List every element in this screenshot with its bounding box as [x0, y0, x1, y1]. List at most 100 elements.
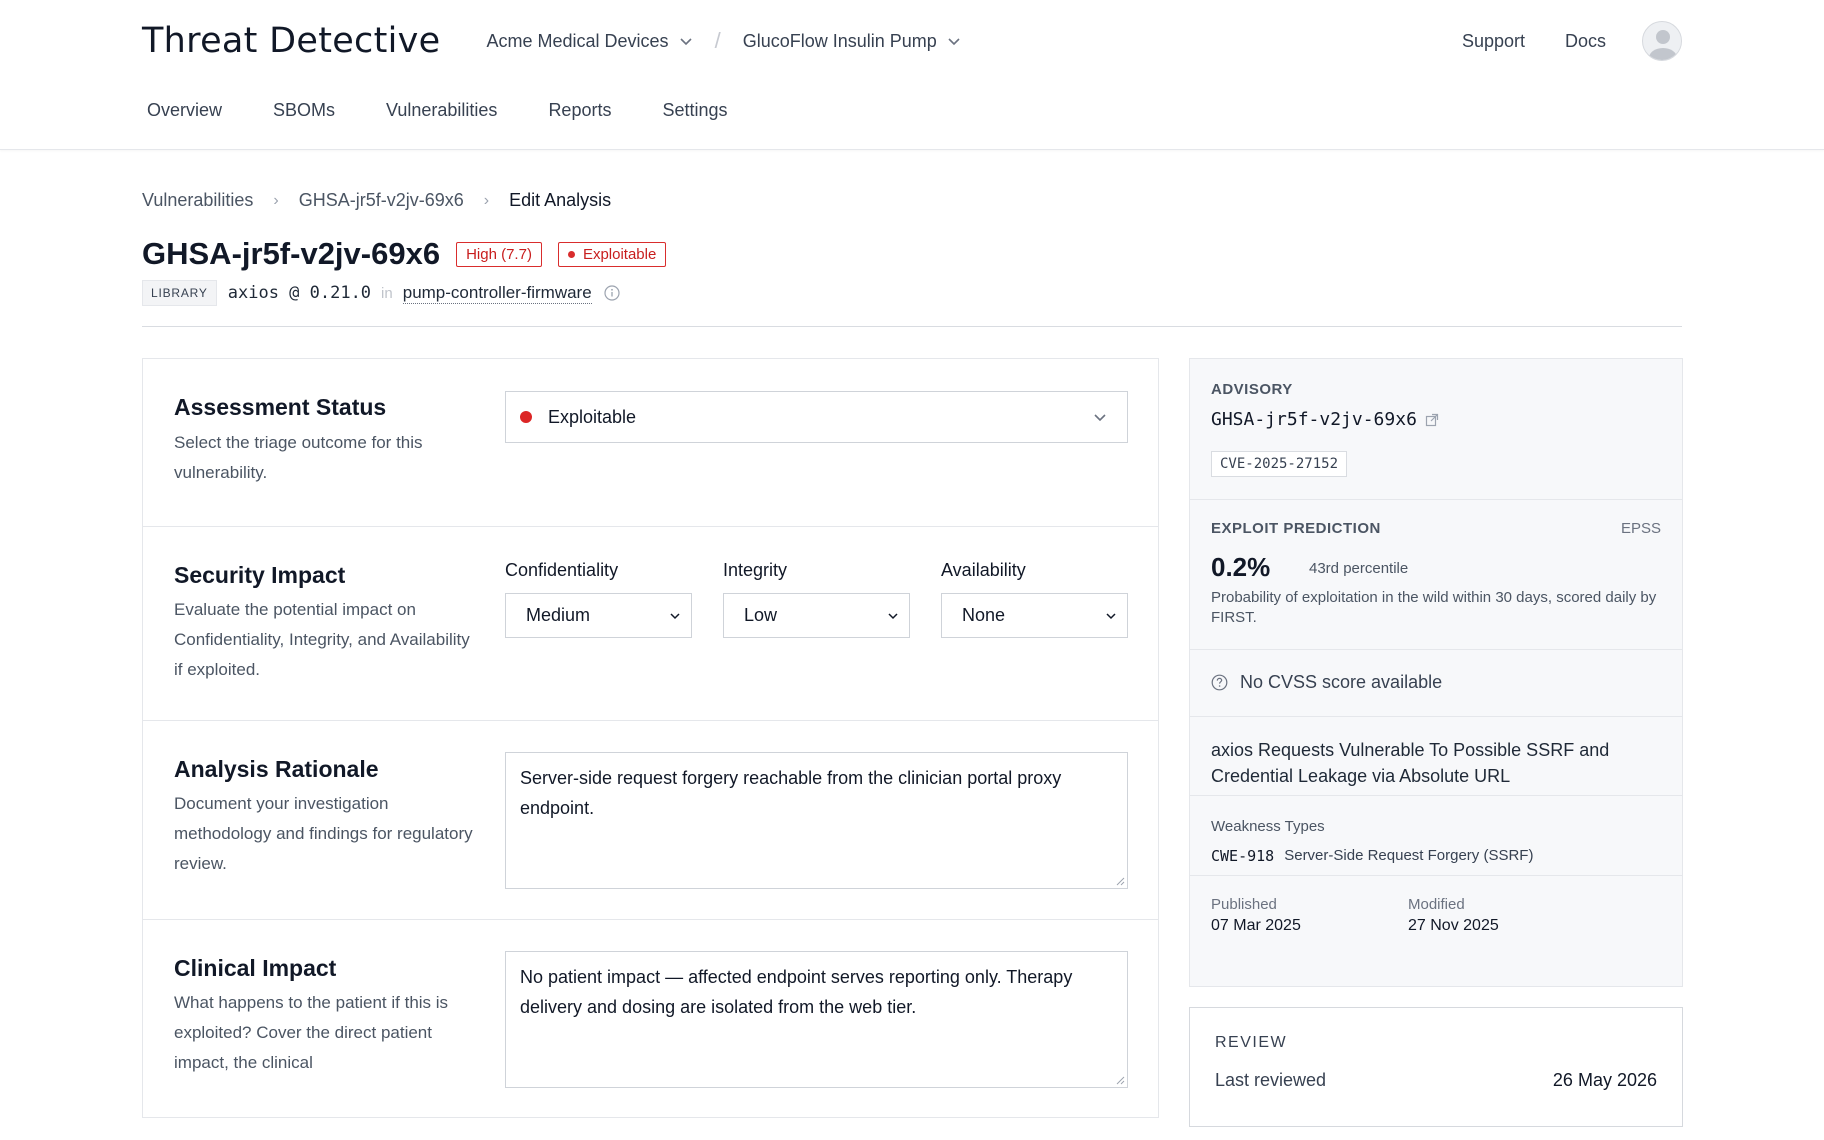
org-name: Acme Medical Devices — [486, 30, 669, 51]
modified-label: Modified — [1408, 896, 1465, 913]
org-switcher[interactable]: Acme Medical Devices — [487, 31, 693, 52]
cwe-name: Server-Side Request Forgery (SSRF) — [1284, 847, 1534, 864]
page-title: GHSA-jr5f-v2jv-69x6 — [142, 236, 441, 271]
clinical-text: No patient impact — affected endpoint se… — [520, 967, 1073, 1017]
advisory-panel: ADVISORY GHSA-jr5f-v2jv-69x6 CVE-2025-27… — [1189, 358, 1683, 987]
integrity-label: Integrity — [723, 560, 788, 580]
chevron-down-icon — [679, 38, 692, 46]
availability-label: Availability — [941, 560, 1026, 580]
status-dot-icon — [520, 411, 532, 423]
status-badge: Exploitable — [557, 241, 667, 267]
info-icon[interactable] — [604, 285, 620, 301]
impact-section: Security Impact Evaluate the potential i… — [143, 527, 1158, 721]
advisory-title-section: axios Requests Vulnerable To Possible SS… — [1190, 717, 1682, 796]
exploit-prediction-section: EXPLOIT PREDICTION EPSS 0.2% 43rd percen… — [1190, 500, 1682, 650]
tab-settings[interactable]: Settings — [662, 100, 727, 121]
breadcrumb-current: Edit Analysis — [509, 190, 612, 210]
confidentiality-select[interactable]: Medium — [505, 593, 692, 638]
assessment-status-select[interactable]: Exploitable — [505, 391, 1128, 443]
epss-percentile: 43rd percentile — [1309, 560, 1409, 577]
no-cvss-text: No CVSS score available — [1240, 672, 1443, 692]
header-row: Threat Detective Acme Medical Devices / … — [142, 18, 1682, 64]
section-desc: Evaluate the potential impact on Confide… — [174, 600, 470, 679]
in-label: in — [381, 284, 393, 302]
tab-sboms[interactable]: SBOMs — [273, 100, 335, 121]
confidentiality-label: Confidentiality — [505, 560, 619, 580]
product-name: GlucoFlow Insulin Pump — [742, 30, 937, 51]
docs-link[interactable]: Docs — [1565, 31, 1606, 52]
status-badge-label: Exploitable — [582, 245, 657, 263]
published-value: 07 Mar 2025 — [1211, 917, 1301, 934]
clinical-textarea[interactable]: No patient impact — affected endpoint se… — [505, 951, 1128, 1088]
package-row: LIBRARY axios @ 0.21.0 in pump-controlle… — [142, 280, 620, 306]
chevron-down-icon — [670, 613, 680, 620]
section-title: Assessment Status — [174, 394, 387, 420]
weakness-row: CWE-918 Server-Side Request Forgery (SSR… — [1211, 847, 1533, 865]
external-link-icon — [1425, 413, 1439, 426]
cve-tag[interactable]: CVE-2025-27152 — [1211, 451, 1348, 477]
published-date: Published 07 Mar 2025 — [1211, 896, 1301, 935]
analysis-form: Assessment Status Select the triage outc… — [142, 358, 1159, 1118]
status-dot-icon — [567, 250, 575, 258]
last-reviewed-value: 26 May 2026 — [1552, 1070, 1657, 1090]
section-desc: What happens to the patient if this is e… — [174, 993, 449, 1072]
user-avatar[interactable] — [1642, 21, 1682, 61]
chevron-right-icon: › — [483, 191, 490, 209]
tab-vulnerabilities[interactable]: Vulnerabilities — [386, 100, 497, 121]
severity-badge: High (7.7) — [456, 241, 542, 267]
type-tag: LIBRARY — [142, 280, 217, 306]
availability-value: None — [962, 605, 1006, 625]
integrity-value: Low — [744, 605, 778, 625]
integrity-select[interactable]: Low — [723, 593, 910, 638]
path-separator: / — [714, 28, 721, 53]
section-desc: Select the triage outcome for this vulne… — [174, 433, 423, 482]
confidentiality-value: Medium — [526, 605, 591, 625]
tab-overview[interactable]: Overview — [147, 100, 222, 121]
chevron-down-icon — [1094, 414, 1106, 422]
main-tabs: Overview SBOMs Vulnerabilities Reports S… — [147, 100, 779, 121]
clinical-section: Clinical Impact What happens to the pati… — [143, 920, 1158, 1140]
last-reviewed-label: Last reviewed — [1215, 1070, 1327, 1090]
review-caption: REVIEW — [1215, 1034, 1288, 1051]
cwe-id[interactable]: CWE-918 — [1211, 847, 1274, 865]
rationale-textarea[interactable]: Server-side request forgery reachable fr… — [505, 752, 1128, 889]
component-link[interactable]: pump-controller-firmware — [402, 283, 592, 304]
advisory-link[interactable]: GHSA-jr5f-v2jv-69x6 — [1211, 409, 1439, 430]
advisory-caption: ADVISORY — [1211, 381, 1293, 398]
exploit-caption: EXPLOIT PREDICTION — [1211, 520, 1381, 537]
advisory-section: ADVISORY GHSA-jr5f-v2jv-69x6 CVE-2025-27… — [1190, 359, 1682, 500]
breadcrumb-vulnerabilities[interactable]: Vulnerabilities — [142, 190, 253, 211]
dates-section: Published 07 Mar 2025 Modified 27 Nov 20… — [1190, 876, 1682, 946]
review-card: REVIEW Last reviewed 26 May 2026 — [1189, 1007, 1683, 1127]
advisory-id: GHSA-jr5f-v2jv-69x6 — [1211, 409, 1417, 430]
section-title: Security Impact — [174, 562, 346, 588]
no-cvss-message: No CVSS score available — [1211, 672, 1442, 693]
chevron-down-icon — [888, 613, 898, 620]
resize-grip-icon[interactable] — [1115, 1075, 1125, 1085]
app-logo[interactable]: Threat Detective — [142, 21, 441, 61]
product-switcher[interactable]: GlucoFlow Insulin Pump — [743, 31, 961, 52]
section-title: Clinical Impact — [174, 955, 337, 981]
header-divider — [142, 326, 1682, 327]
support-link[interactable]: Support — [1462, 31, 1525, 52]
published-label: Published — [1211, 896, 1277, 913]
breadcrumb: Vulnerabilities › GHSA-jr5f-v2jv-69x6 › … — [142, 190, 611, 211]
breadcrumb-advisory[interactable]: GHSA-jr5f-v2jv-69x6 — [299, 190, 464, 211]
assessment-status-value: Exploitable — [548, 406, 637, 427]
top-header: Threat Detective Acme Medical Devices / … — [0, 0, 1824, 150]
resize-grip-icon[interactable] — [1115, 876, 1125, 886]
section-title: Analysis Rationale — [174, 756, 379, 782]
epss-label: EPSS — [1620, 520, 1661, 537]
chevron-down-icon — [948, 38, 960, 46]
rationale-section: Analysis Rationale Document your investi… — [143, 721, 1158, 920]
availability-select[interactable]: None — [941, 593, 1128, 638]
title-row: GHSA-jr5f-v2jv-69x6 High (7.7) Exploitab… — [142, 236, 667, 272]
tab-reports[interactable]: Reports — [548, 100, 611, 121]
package-name: axios @ 0.21.0 — [227, 283, 372, 303]
advisory-title: axios Requests Vulnerable To Possible SS… — [1211, 740, 1610, 786]
weakness-section: Weakness Types CWE-918 Server-Side Reque… — [1190, 796, 1682, 876]
rationale-text: Server-side request forgery reachable fr… — [520, 768, 1062, 818]
epss-description: Probability of exploitation in the wild … — [1211, 589, 1657, 626]
epss-value: 0.2% — [1211, 552, 1271, 582]
chevron-down-icon — [1106, 613, 1116, 620]
